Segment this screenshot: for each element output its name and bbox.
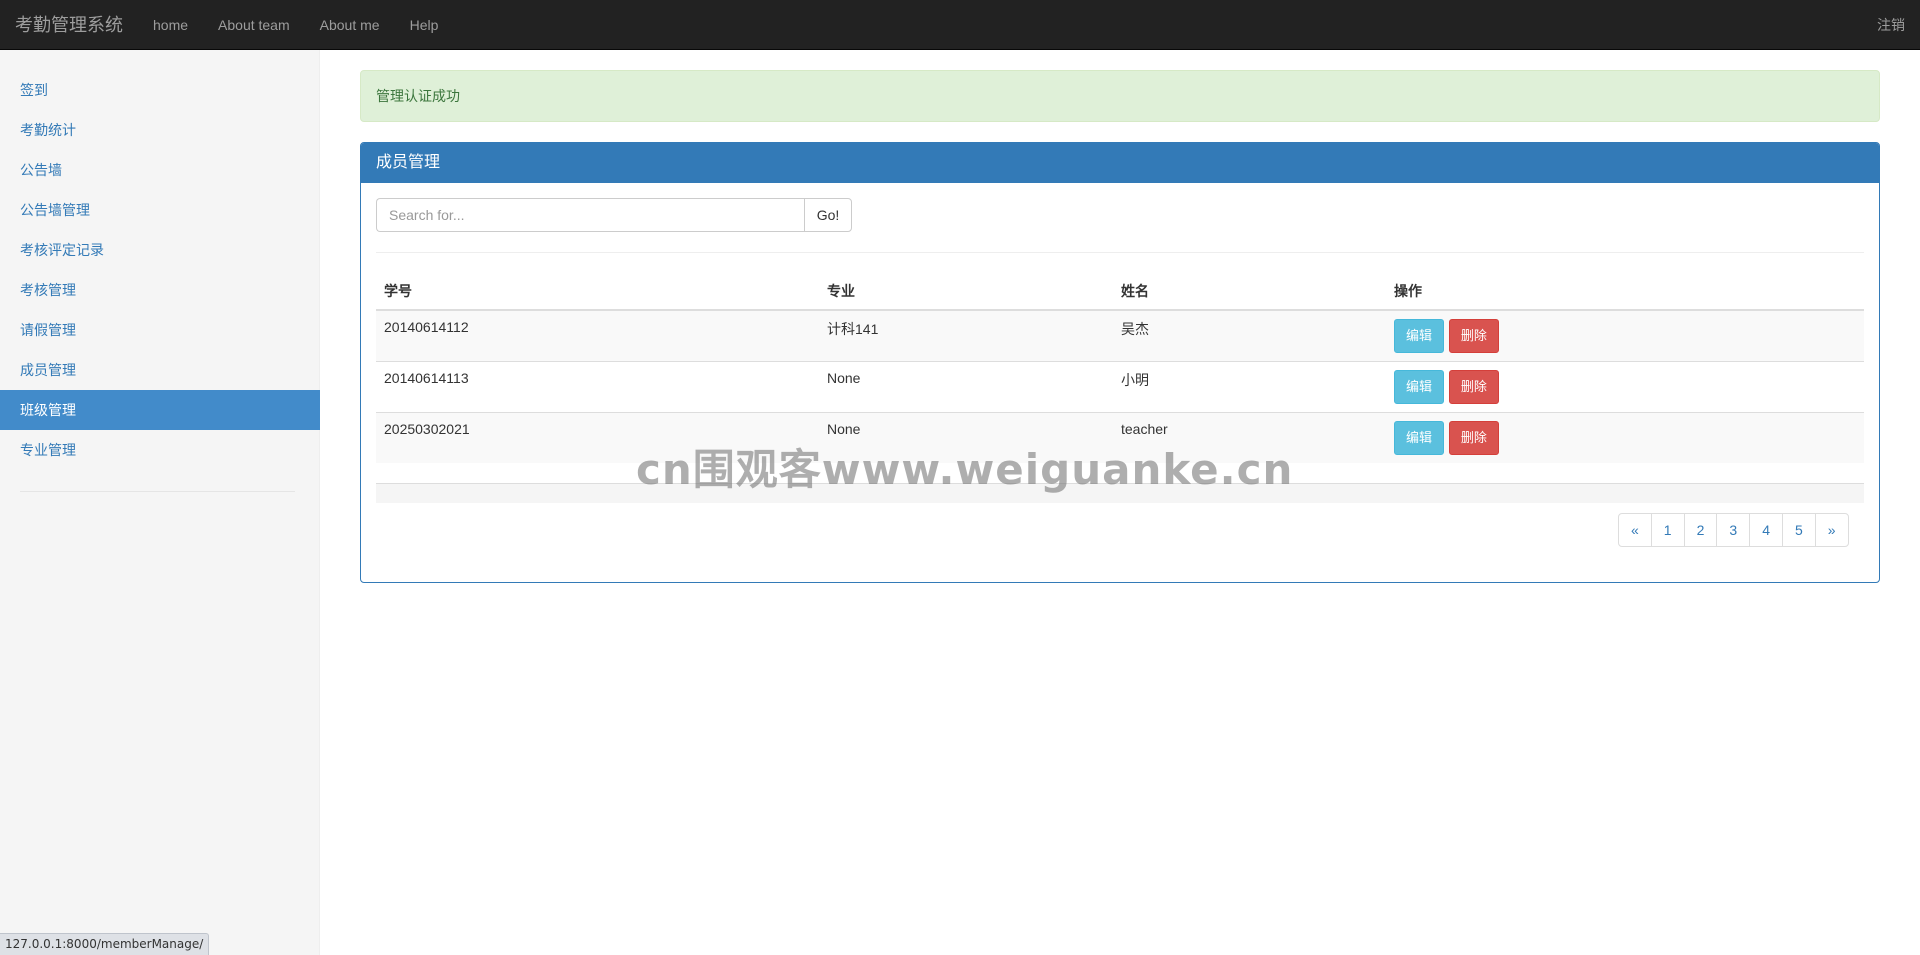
pagination-page-2[interactable]: 2 xyxy=(1683,513,1718,547)
cell-student-id: 20140614112 xyxy=(376,309,819,361)
cell-actions: 编辑 删除 xyxy=(1386,411,1864,463)
sidebar-item-assessment-manage[interactable]: 考核管理 xyxy=(0,270,320,310)
success-alert: 管理认证成功 xyxy=(360,70,1880,122)
search-group: Go! xyxy=(376,198,852,232)
member-table: 学号 专业 姓名 操作 20140614112 计科141 吴杰 编辑 删除 2… xyxy=(376,273,1864,463)
pagination-page-1[interactable]: 1 xyxy=(1650,513,1685,547)
nav-link-help[interactable]: Help xyxy=(395,0,454,50)
sidebar-item-class-manage[interactable]: 班级管理 xyxy=(0,390,320,430)
sidebar-item-assessment-records[interactable]: 考核评定记录 xyxy=(0,230,320,270)
pagination-prev[interactable]: « xyxy=(1618,513,1652,547)
top-navbar: 考勤管理系统 home About team About me Help 注销 xyxy=(0,0,1920,50)
edit-button[interactable]: 编辑 xyxy=(1394,369,1445,404)
nav-link-about-team[interactable]: About team xyxy=(203,0,305,50)
delete-button[interactable]: 删除 xyxy=(1448,420,1499,455)
link-status-bar: 127.0.0.1:8000/memberManage/ xyxy=(0,933,210,955)
delete-button[interactable]: 删除 xyxy=(1448,319,1499,353)
sidebar-item-attendance-stats[interactable]: 考勤统计 xyxy=(0,110,320,150)
member-manage-panel: 成员管理 Go! 学号 专业 姓名 操作 20140614112 计科141 吴… xyxy=(360,142,1880,583)
sidebar-item-leave-manage[interactable]: 请假管理 xyxy=(0,310,320,350)
top-nav-links: home About team About me Help xyxy=(138,0,453,50)
sidebar-item-notice-wall[interactable]: 公告墙 xyxy=(0,150,320,190)
cell-major: 计科141 xyxy=(819,309,1113,361)
sidebar-item-major-manage[interactable]: 专业管理 xyxy=(0,430,320,470)
panel-title: 成员管理 xyxy=(361,143,1879,183)
edit-button[interactable]: 编辑 xyxy=(1394,319,1445,353)
pagination-next[interactable]: » xyxy=(1814,513,1849,547)
sidebar-item-checkin[interactable]: 签到 xyxy=(0,70,320,110)
logout-link[interactable]: 注销 xyxy=(1877,0,1905,50)
watermark: cn围观客www.weiguanke.cn xyxy=(636,445,1294,494)
column-header-major: 专业 xyxy=(819,273,1113,311)
cell-major: None xyxy=(819,360,1113,412)
section-divider xyxy=(376,252,1864,253)
cell-student-id: 20140614113 xyxy=(376,360,819,412)
pagination-page-4[interactable]: 4 xyxy=(1749,513,1783,547)
nav-link-home[interactable]: home xyxy=(138,0,203,50)
pagination-page-5[interactable]: 5 xyxy=(1781,513,1816,547)
cell-name: 小明 xyxy=(1113,360,1386,412)
table-row: 20140614113 None 小明 编辑 删除 xyxy=(376,360,1864,412)
pagination-page-3[interactable]: 3 xyxy=(1716,513,1751,547)
column-header-student-id: 学号 xyxy=(376,273,819,311)
search-input[interactable] xyxy=(376,198,804,232)
sidebar-divider xyxy=(20,491,295,492)
edit-button[interactable]: 编辑 xyxy=(1394,420,1445,455)
sidebar-item-member-manage[interactable]: 成员管理 xyxy=(0,350,320,390)
sidebar-nav: 签到 考勤统计 公告墙 公告墙管理 考核评定记录 考核管理 请假管理 成员管理 … xyxy=(0,70,320,470)
pagination: « 1 2 3 4 5 » xyxy=(1618,513,1849,547)
sidebar-item-notice-wall-manage[interactable]: 公告墙管理 xyxy=(0,190,320,230)
sidebar: 签到 考勤统计 公告墙 公告墙管理 考核评定记录 考核管理 请假管理 成员管理 … xyxy=(0,50,320,955)
nav-link-about-me[interactable]: About me xyxy=(305,0,395,50)
search-go-button[interactable]: Go! xyxy=(804,198,852,232)
cell-name: 吴杰 xyxy=(1113,309,1386,361)
column-header-name: 姓名 xyxy=(1113,273,1386,311)
column-header-actions: 操作 xyxy=(1386,273,1864,311)
table-row: 20140614112 计科141 吴杰 编辑 删除 xyxy=(376,309,1864,361)
brand-title[interactable]: 考勤管理系统 xyxy=(15,0,123,50)
delete-button[interactable]: 删除 xyxy=(1448,369,1499,404)
cell-actions: 编辑 删除 xyxy=(1386,309,1864,361)
table-header-row: 学号 专业 姓名 操作 xyxy=(376,273,1864,311)
cell-actions: 编辑 删除 xyxy=(1386,360,1864,412)
